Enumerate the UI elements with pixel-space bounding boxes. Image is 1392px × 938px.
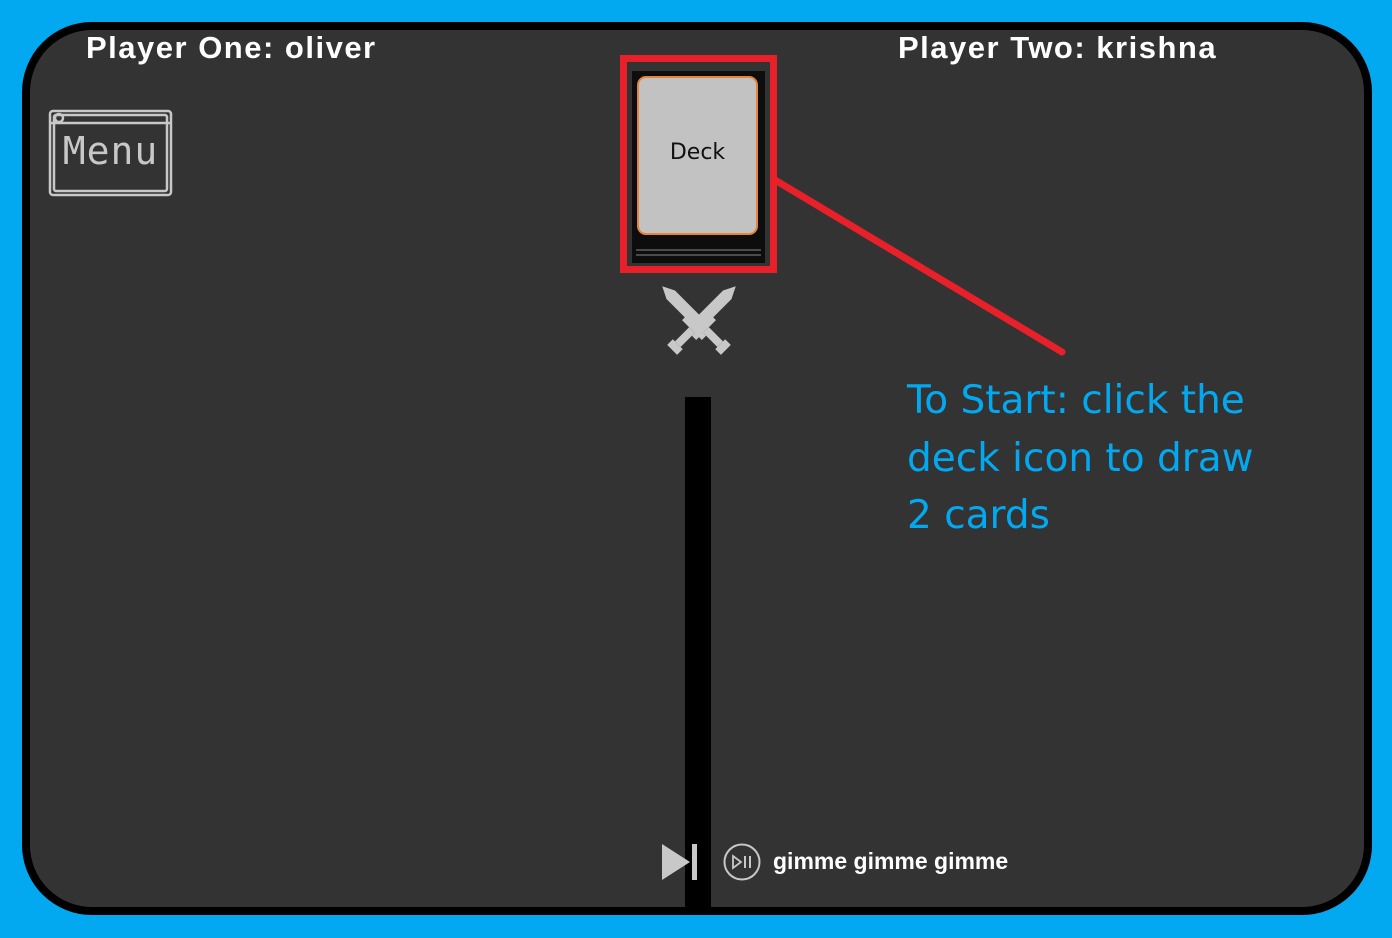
deck-button[interactable]: Deck bbox=[632, 71, 765, 263]
song-title: gimme gimme gimme bbox=[773, 848, 1009, 874]
instruction-line: To Start: click the bbox=[907, 378, 1245, 423]
instruction-line: deck icon to draw bbox=[907, 435, 1254, 481]
player-two-label: Player Two: krishna bbox=[898, 30, 1218, 65]
board-divider bbox=[685, 397, 711, 908]
skip-next-icon[interactable] bbox=[660, 842, 700, 882]
menu-label: Menu bbox=[62, 129, 159, 173]
play-pause-icon[interactable] bbox=[722, 842, 762, 882]
start-instruction: To Start: click the deck icon to draw 2 … bbox=[907, 372, 1287, 545]
deck-card-face: Deck bbox=[637, 76, 758, 235]
deck-stack-line bbox=[636, 254, 761, 256]
crossed-swords-icon bbox=[662, 286, 736, 355]
instruction-line: 2 cards bbox=[907, 493, 1050, 538]
deck-label: Deck bbox=[669, 140, 726, 165]
deck-stack-line bbox=[636, 249, 761, 251]
player-one-label: Player One: oliver bbox=[86, 30, 377, 65]
menu-button[interactable]: Menu bbox=[48, 109, 173, 197]
